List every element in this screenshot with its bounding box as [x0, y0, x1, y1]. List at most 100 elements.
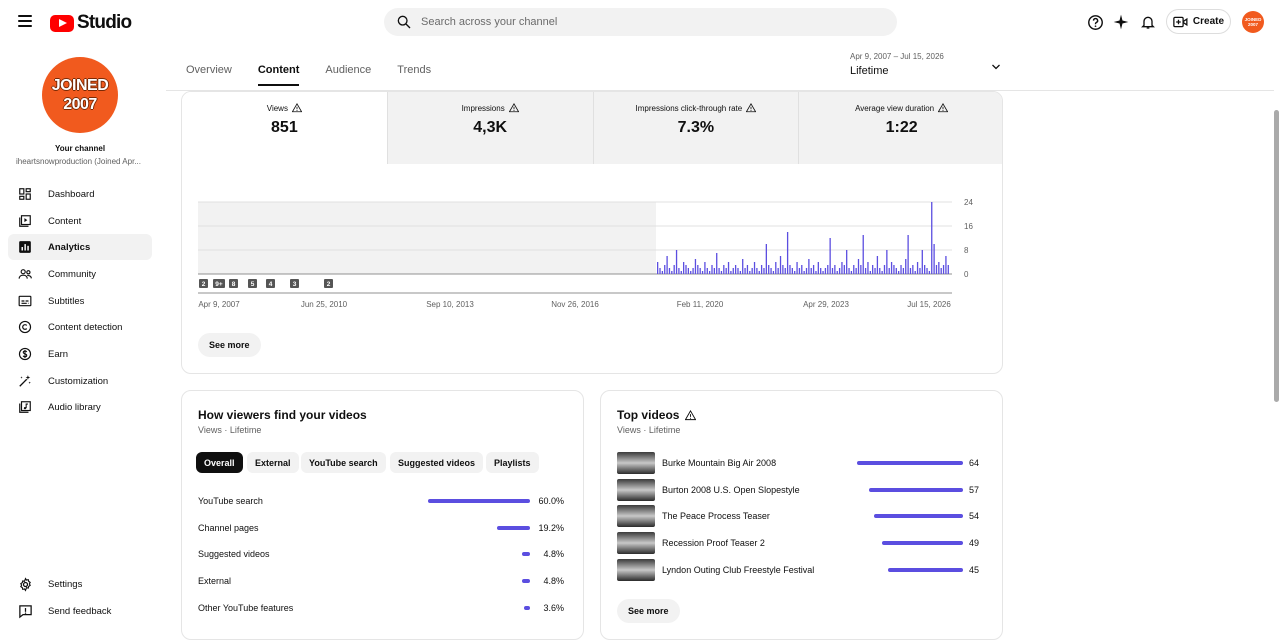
chart-bar — [687, 268, 690, 274]
video-views-bar — [881, 541, 963, 546]
sidebar-item-analytics[interactable]: Analytics — [8, 234, 152, 260]
chip-youtube-search[interactable]: YouTube search — [301, 452, 386, 473]
search-bar[interactable] — [384, 8, 897, 36]
traffic-source-row[interactable]: Suggested videos 4.8% — [198, 547, 564, 561]
sidebar-item-subtitles[interactable]: Subtitles — [8, 288, 152, 314]
top-video-row[interactable]: Lyndon Outing Club Freestyle Festival 45 — [617, 558, 983, 581]
date-range-picker[interactable]: Apr 9, 2007 – Jul 15, 2026 Lifetime — [850, 52, 1002, 82]
chart-bar — [822, 271, 824, 274]
channel-avatar[interactable]: JOINED 2007 — [42, 57, 118, 133]
top-video-row[interactable]: Burke Mountain Big Air 2008 64 — [617, 452, 983, 474]
metric-impressions[interactable]: Impressions 4,3K — [387, 92, 594, 164]
tab-trends[interactable]: Trends — [397, 64, 431, 86]
sidebar-item-content[interactable]: Content — [8, 208, 152, 234]
chart-y-tick-label: 8 — [964, 246, 969, 255]
studio-logo[interactable]: Studio — [50, 12, 132, 34]
chart-bar — [853, 265, 855, 274]
chart-bar — [772, 271, 775, 274]
chart-bar — [898, 271, 900, 274]
metrics-card: Views 851 Impressions 4,3K Impressions c… — [181, 91, 1003, 374]
chip-playlists[interactable]: Playlists — [486, 452, 539, 473]
chip-external[interactable]: External — [247, 452, 299, 473]
video-thumbnail — [617, 478, 655, 501]
chart-bar — [900, 265, 902, 274]
metric-views[interactable]: Views 851 — [182, 92, 388, 164]
chart-marker-label: 2 — [202, 281, 206, 288]
your-channel-label: Your channel — [54, 144, 106, 153]
traffic-source-row[interactable]: Other YouTube features 3.6% — [198, 601, 564, 615]
chart-bar — [782, 265, 784, 274]
metric-ctr[interactable]: Impressions click-through rate 7.3% — [593, 92, 800, 164]
traffic-subtitle: Views · Lifetime — [198, 425, 262, 435]
traffic-source-row[interactable]: External 4.8% — [198, 574, 564, 588]
traffic-source-label: External — [198, 576, 232, 587]
tab-overview[interactable]: Overview — [186, 64, 232, 86]
chart-bar — [890, 262, 893, 274]
create-button[interactable]: Create — [1166, 9, 1231, 34]
channel-name: iheartsnowproduction (Joined Apr... — [16, 157, 141, 166]
chart-bar — [921, 250, 923, 274]
traffic-source-row[interactable]: YouTube search 60.0% — [198, 494, 564, 508]
chart-bar — [874, 268, 876, 274]
page-scrollbar[interactable] — [1274, 110, 1279, 402]
feedback-icon — [17, 603, 33, 619]
traffic-title: How viewers find your videos — [198, 408, 367, 422]
sidebar-item-community[interactable]: Community — [8, 261, 152, 287]
chip-suggested-videos[interactable]: Suggested videos — [390, 452, 484, 473]
menu-icon[interactable] — [18, 15, 32, 27]
chart-bar — [668, 268, 671, 274]
chart-bar — [779, 256, 782, 274]
sidebar-item-earn[interactable]: Earn — [8, 341, 152, 367]
chart-bar — [841, 262, 843, 274]
traffic-source-row[interactable]: Channel pages 19.2% — [198, 521, 564, 535]
chart-bar — [933, 244, 935, 274]
metric-avg-view-duration[interactable]: Average view duration 1:22 — [799, 92, 1002, 164]
top-videos-subtitle: Views · Lifetime — [617, 425, 681, 435]
help-icon[interactable] — [1086, 13, 1104, 31]
chip-overall[interactable]: Overall — [196, 452, 243, 473]
chart-bar — [831, 268, 834, 274]
chart-bar — [924, 265, 926, 274]
sparkle-icon[interactable] — [1112, 13, 1130, 31]
top-videos-title: Top videos — [617, 408, 697, 422]
sidebar-item-customization[interactable]: Customization — [8, 368, 152, 394]
top-video-row[interactable]: The Peace Process Teaser 54 — [617, 505, 983, 528]
chart-bar — [843, 265, 845, 274]
chart-bar — [855, 268, 857, 274]
chevron-down-icon — [992, 64, 1000, 70]
chart-bar — [881, 271, 883, 274]
sidebar-item-audio-library[interactable]: Audio library — [8, 394, 152, 420]
bell-icon[interactable] — [1139, 13, 1157, 31]
chart-bar — [706, 268, 708, 274]
tab-audience[interactable]: Audience — [325, 64, 371, 86]
sidebar-item-dashboard[interactable]: Dashboard — [8, 181, 152, 207]
chart-bar — [838, 268, 841, 274]
traffic-source-label: Suggested videos — [198, 549, 270, 560]
search-input[interactable] — [421, 16, 841, 28]
chart-bar — [805, 268, 808, 274]
date-label: Lifetime — [850, 65, 889, 77]
chart-bar — [888, 268, 890, 274]
warning-icon — [508, 103, 519, 113]
sidebar-item-settings[interactable]: Settings — [8, 571, 152, 597]
top-video-row[interactable]: Burton 2008 U.S. Open Slopestyle 57 — [617, 478, 983, 501]
chart-bar — [751, 268, 753, 274]
chart-bar — [770, 268, 772, 274]
chart-x-tick-label: Apr 9, 2007 — [198, 300, 240, 309]
sidebar-item-content-detection[interactable]: Content detection — [8, 314, 152, 340]
subtitles-icon — [17, 293, 33, 309]
top-video-row[interactable]: Recession Proof Teaser 2 49 — [617, 532, 983, 555]
top-videos-see-more-button[interactable]: See more — [617, 599, 680, 623]
warning-icon — [291, 103, 302, 113]
sidebar-item-send-feedback[interactable]: Send feedback — [8, 598, 152, 624]
chart-bar — [763, 268, 765, 274]
chart-bar — [817, 262, 819, 274]
chart-bar — [659, 268, 661, 274]
account-avatar[interactable]: JOINED 2007 — [1242, 11, 1264, 33]
tab-content[interactable]: Content — [257, 64, 300, 86]
chart-marker-label: 3 — [293, 281, 297, 288]
chart-bar — [692, 268, 694, 274]
video-views-value: 64 — [968, 458, 979, 468]
chart-bar — [775, 262, 777, 274]
chart-see-more-button[interactable]: See more — [198, 333, 261, 357]
